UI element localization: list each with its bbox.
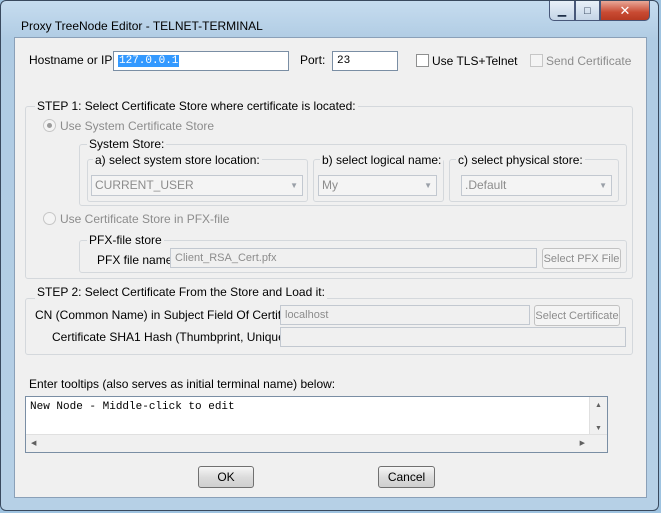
hash-input[interactable] [280, 327, 626, 347]
hostname-value: 127.0.0.1 [118, 55, 180, 67]
pfx-name-label: PFX file name: [97, 253, 176, 267]
scroll-left-icon[interactable]: ◀ [31, 439, 36, 447]
close-icon: ✕ [619, 2, 631, 18]
tooltips-value: New Node - Middle-click to edit [30, 401, 235, 413]
minimize-icon: ▁ [557, 5, 567, 17]
ok-button[interactable]: OK [198, 466, 254, 488]
send-certificate-checkbox[interactable] [530, 54, 543, 67]
minimize-button[interactable]: ▁ [549, 1, 575, 21]
pfx-store-group-label: PFX-file store [87, 233, 164, 247]
vertical-scrollbar[interactable]: ▲ ▼ [589, 397, 607, 435]
maximize-icon: □ [584, 4, 591, 17]
port-value: 23 [337, 55, 351, 67]
system-store-group-label: System Store: [87, 137, 167, 151]
dialog-client-area: Hostname or IP: 127.0.0.1 Port: 23 Use T… [14, 37, 647, 498]
tooltips-label: Enter tooltips (also serves as initial t… [29, 377, 336, 391]
step2-title: STEP 2: Select Certificate From the Stor… [35, 285, 327, 299]
title-bar[interactable]: Proxy TreeNode Editor - TELNET-TERMINAL … [1, 1, 658, 33]
location-label: a) select system store location: [93, 153, 262, 167]
step1-title: STEP 1: Select Certificate Store where c… [35, 99, 358, 113]
select-certificate-button[interactable]: Select Certificate [534, 305, 620, 326]
hash-label: Certificate SHA1 Hash (Thumbprint, Uniqu… [52, 330, 305, 344]
tooltips-textarea[interactable]: New Node - Middle-click to edit ▲ ▼ ◀ ▶ [25, 396, 608, 453]
send-certificate-label: Send Certificate [546, 54, 632, 68]
physical-label: c) select physical store: [456, 153, 585, 167]
window-title: Proxy TreeNode Editor - TELNET-TERMINAL [21, 19, 263, 33]
system-store-radio-label: Use System Certificate Store [60, 119, 215, 133]
dialog-window: Proxy TreeNode Editor - TELNET-TERMINAL … [0, 0, 659, 511]
pfx-store-radio[interactable] [43, 212, 56, 225]
select-pfx-button[interactable]: Select PFX File [542, 248, 621, 269]
system-store-radio[interactable] [43, 119, 56, 132]
cn-input[interactable]: localhost [280, 305, 530, 325]
maximize-button[interactable]: □ [575, 1, 600, 21]
scroll-down-icon[interactable]: ▼ [595, 425, 602, 432]
location-select[interactable]: CURRENT_USER ▼ [91, 175, 303, 196]
cn-label: CN (Common Name) in Subject Field Of Cer… [35, 308, 310, 322]
horizontal-scrollbar[interactable]: ◀ ▶ [26, 434, 607, 452]
tls-checkbox[interactable] [416, 54, 429, 67]
pfx-name-value: Client_RSA_Cert.pfx [175, 252, 277, 264]
physical-value: .Default [465, 178, 507, 192]
port-input[interactable]: 23 [332, 51, 398, 71]
hostname-input[interactable]: 127.0.0.1 [113, 51, 289, 71]
logical-value: My [322, 178, 338, 192]
cancel-button[interactable]: Cancel [378, 466, 435, 488]
close-button[interactable]: ✕ [600, 1, 650, 21]
pfx-store-radio-label: Use Certificate Store in PFX-file [60, 212, 230, 226]
scroll-right-icon[interactable]: ▶ [580, 439, 585, 447]
cn-value: localhost [285, 309, 329, 321]
tls-label: Use TLS+Telnet [432, 54, 518, 68]
physical-select[interactable]: .Default ▼ [461, 175, 612, 196]
logical-label: b) select logical name: [320, 153, 444, 167]
scroll-up-icon[interactable]: ▲ [595, 402, 602, 409]
hostname-label: Hostname or IP: [29, 53, 116, 67]
pfx-name-input[interactable]: Client_RSA_Cert.pfx [170, 248, 537, 268]
location-value: CURRENT_USER [95, 178, 194, 192]
radio-selected-dot [47, 123, 52, 128]
chevron-down-icon: ▼ [599, 181, 607, 190]
logical-select[interactable]: My ▼ [318, 175, 437, 196]
chevron-down-icon: ▼ [424, 181, 432, 190]
port-label: Port: [300, 53, 326, 67]
chevron-down-icon: ▼ [290, 181, 298, 190]
